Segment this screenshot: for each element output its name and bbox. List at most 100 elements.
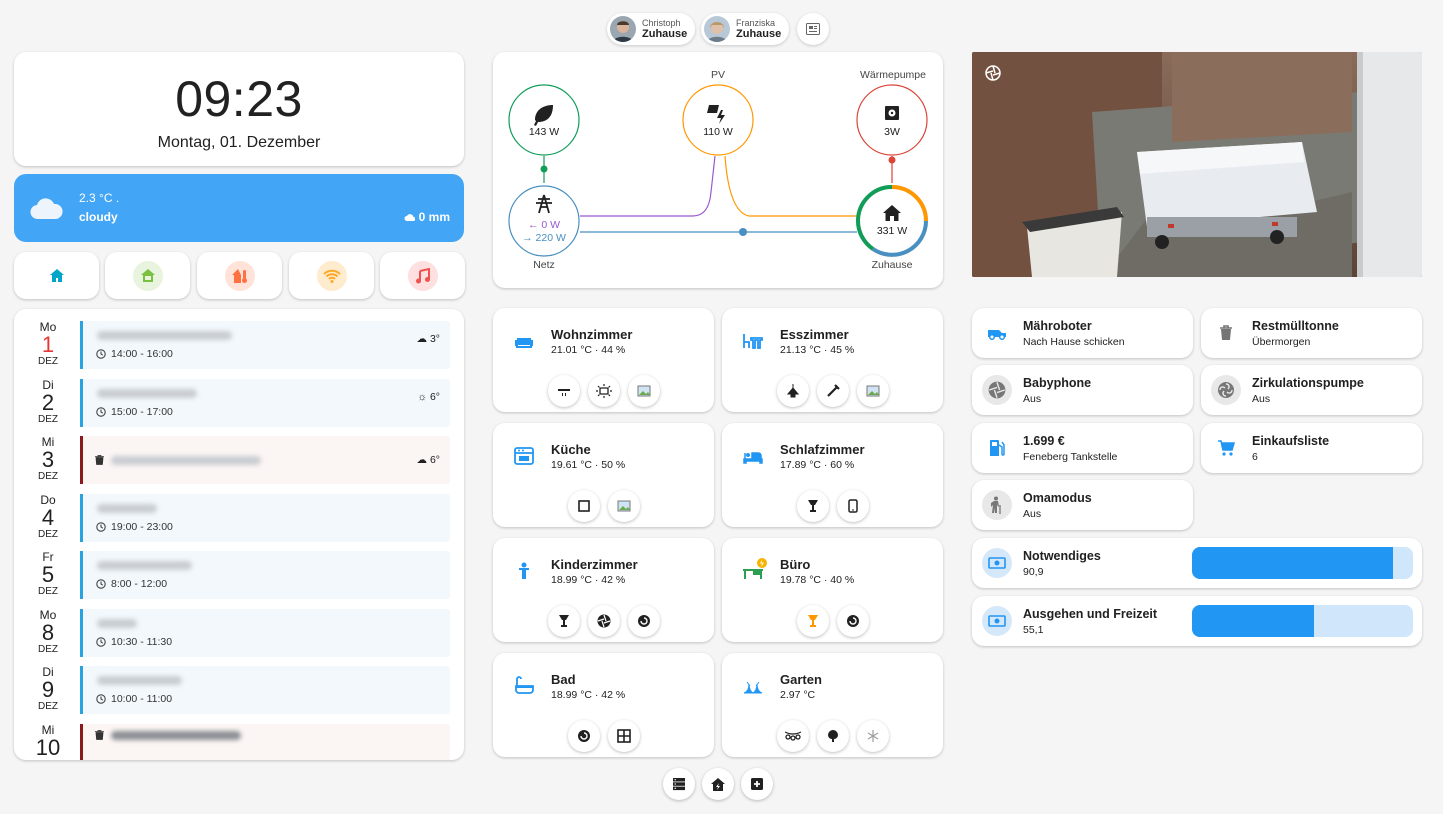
clock-icon [96, 637, 106, 647]
image-icon [866, 385, 879, 397]
floor-lamp-icon [807, 500, 818, 512]
event-time: 8:00 - 12:00 [111, 578, 168, 590]
cellphone-icon [847, 499, 858, 513]
tile-zirkulationspumpe[interactable]: Zirkulationspumpe Aus [1201, 365, 1422, 415]
day-number: 3 [41, 447, 55, 472]
room-card-buero[interactable]: Büro 19.78 °C · 40 % [722, 538, 943, 642]
nav-button-house[interactable] [105, 252, 190, 299]
tile-restmuelltonne[interactable]: Restmülltonne Übermorgen [1201, 308, 1422, 358]
image-button[interactable] [856, 375, 889, 407]
nav-button-home[interactable] [14, 252, 99, 299]
air-purifier-button[interactable] [627, 605, 660, 637]
room-name: Bad [551, 672, 576, 687]
person-chip-franziska[interactable]: Franziska Zuhause [701, 13, 790, 45]
cash-icon [982, 548, 1012, 578]
hospital-box-icon [751, 778, 763, 790]
calendar-event[interactable] [80, 724, 450, 760]
ceiling-light-button[interactable] [547, 375, 580, 407]
hospital-box-button[interactable] [741, 768, 773, 800]
floor-lamp-button[interactable] [796, 490, 829, 522]
cellphone-button[interactable] [836, 490, 869, 522]
budget-value: 55,1 [1023, 624, 1044, 636]
desk-icon [743, 558, 767, 579]
grid-in: ← 0 W [527, 219, 561, 231]
chandelier-button[interactable] [776, 375, 809, 407]
clock-icon [96, 407, 106, 417]
floor-lamp-button[interactable] [547, 605, 580, 637]
tile-einkaufsliste[interactable]: Einkaufsliste 6 [1201, 423, 1422, 473]
solar-label: PV [710, 69, 725, 81]
calendar-event[interactable]: 14:00 - 16:00 ☁ 3° [80, 321, 450, 369]
nav-button-network[interactable] [289, 252, 374, 299]
person-chip-christoph[interactable]: Christoph Zuhause [607, 13, 696, 45]
room-card-garten[interactable]: Garten 2.97 °C [722, 653, 943, 757]
tile-fuel-price[interactable]: 1.699 € Feneberg Tankstelle [972, 423, 1193, 473]
string-lights-button[interactable] [776, 720, 809, 752]
news-chip[interactable] [797, 13, 829, 45]
tile-maehroboter[interactable]: Mähroboter Nach Hause schicken [972, 308, 1193, 358]
room-card-bad[interactable]: Bad 18.99 °C · 42 % [493, 653, 714, 757]
cloud-icon [30, 198, 63, 220]
floor-lamp-active-icon [807, 615, 818, 627]
room-name: Garten [780, 672, 822, 687]
image-button[interactable] [627, 375, 660, 407]
person-state: Zuhause [642, 28, 688, 40]
air-purifier-icon [637, 615, 650, 627]
grid-in-value: 0 W [541, 219, 561, 231]
air-purifier-button[interactable] [836, 605, 869, 637]
wand-button[interactable] [816, 375, 849, 407]
room-name: Küche [551, 442, 591, 457]
day-month: DEZ [38, 414, 58, 425]
energy-flow-diagram [508, 84, 928, 257]
calendar-event[interactable]: ☁ 6° [80, 436, 450, 484]
calendar-event[interactable]: 15:00 - 17:00 ☼ 6° [80, 379, 450, 427]
calendar-event[interactable]: 10:00 - 11:00 [80, 666, 450, 714]
room-card-esszimmer[interactable]: Esszimmer 21.13 °C · 45 % [722, 308, 943, 412]
nav-button-climate[interactable] [197, 252, 282, 299]
room-card-wohnzimmer[interactable]: Wohnzimmer 21.01 °C · 44 % [493, 308, 714, 412]
budget-notwendiges[interactable]: Notwendiges 90,9 [972, 538, 1422, 588]
camera-feed[interactable] [972, 52, 1422, 277]
calendar-event[interactable]: 19:00 - 23:00 [80, 494, 450, 542]
light-strip-button[interactable] [587, 375, 620, 407]
room-state: 21.13 °C · 45 % [780, 344, 855, 356]
square-outline-button[interactable] [567, 490, 600, 522]
camera-iris-icon [982, 375, 1012, 405]
budget-ausgehen[interactable]: Ausgehen und Freizeit 55,1 [972, 596, 1422, 646]
room-card-kinderzimmer[interactable]: Kinderzimmer 18.99 °C · 42 % [493, 538, 714, 642]
room-name: Schlafzimmer [780, 442, 865, 457]
room-card-kueche[interactable]: Küche 19.61 °C · 50 % [493, 423, 714, 527]
camera-iris-button[interactable] [587, 605, 620, 637]
tree-button[interactable] [816, 720, 849, 752]
tile-omamodus[interactable]: Omamodus Aus [972, 480, 1193, 530]
room-card-schlafzimmer[interactable]: Schlafzimmer 17.89 °C · 60 % [722, 423, 943, 527]
heat-pump-icon [885, 106, 899, 120]
server-button[interactable] [663, 768, 695, 800]
air-purifier-button[interactable] [567, 720, 600, 752]
bed-icon [743, 452, 763, 464]
home-lightning-button[interactable] [702, 768, 734, 800]
clock-card: 09:23 Montag, 01. Dezember [14, 52, 464, 166]
floor-lamp-button[interactable] [796, 605, 829, 637]
budget-name: Notwendiges [1023, 549, 1101, 563]
day-month: DEZ [38, 701, 58, 712]
sofa-icon [515, 338, 533, 348]
calendar-event[interactable]: 10:30 - 11:30 [80, 609, 450, 657]
window-button[interactable] [607, 720, 640, 752]
room-state: 2.97 °C [780, 689, 816, 701]
tile-name: Einkaufsliste [1252, 434, 1330, 448]
event-time: 10:00 - 11:00 [111, 693, 173, 705]
wand-icon [826, 384, 840, 397]
calendar-event[interactable]: 8:00 - 12:00 [80, 551, 450, 599]
nav-button-music[interactable] [380, 252, 465, 299]
weather-temp: 2.3 °C . [79, 191, 120, 205]
weather-card[interactable]: 2.3 °C . cloudy 0 mm [14, 174, 464, 242]
tile-babyphone[interactable]: Babyphone Aus [972, 365, 1193, 415]
day-month: DEZ [38, 356, 58, 367]
tile-state: Nach Hause schicken [1023, 336, 1125, 348]
image-button[interactable] [607, 490, 640, 522]
snowflake-button[interactable] [856, 720, 889, 752]
room-state: 18.99 °C · 42 % [551, 689, 626, 701]
energy-flow-card[interactable]: 143 W PV 110 W Wärmepumpe 3W ← 0 W → 220… [493, 52, 943, 288]
day-number: 4 [41, 505, 55, 530]
